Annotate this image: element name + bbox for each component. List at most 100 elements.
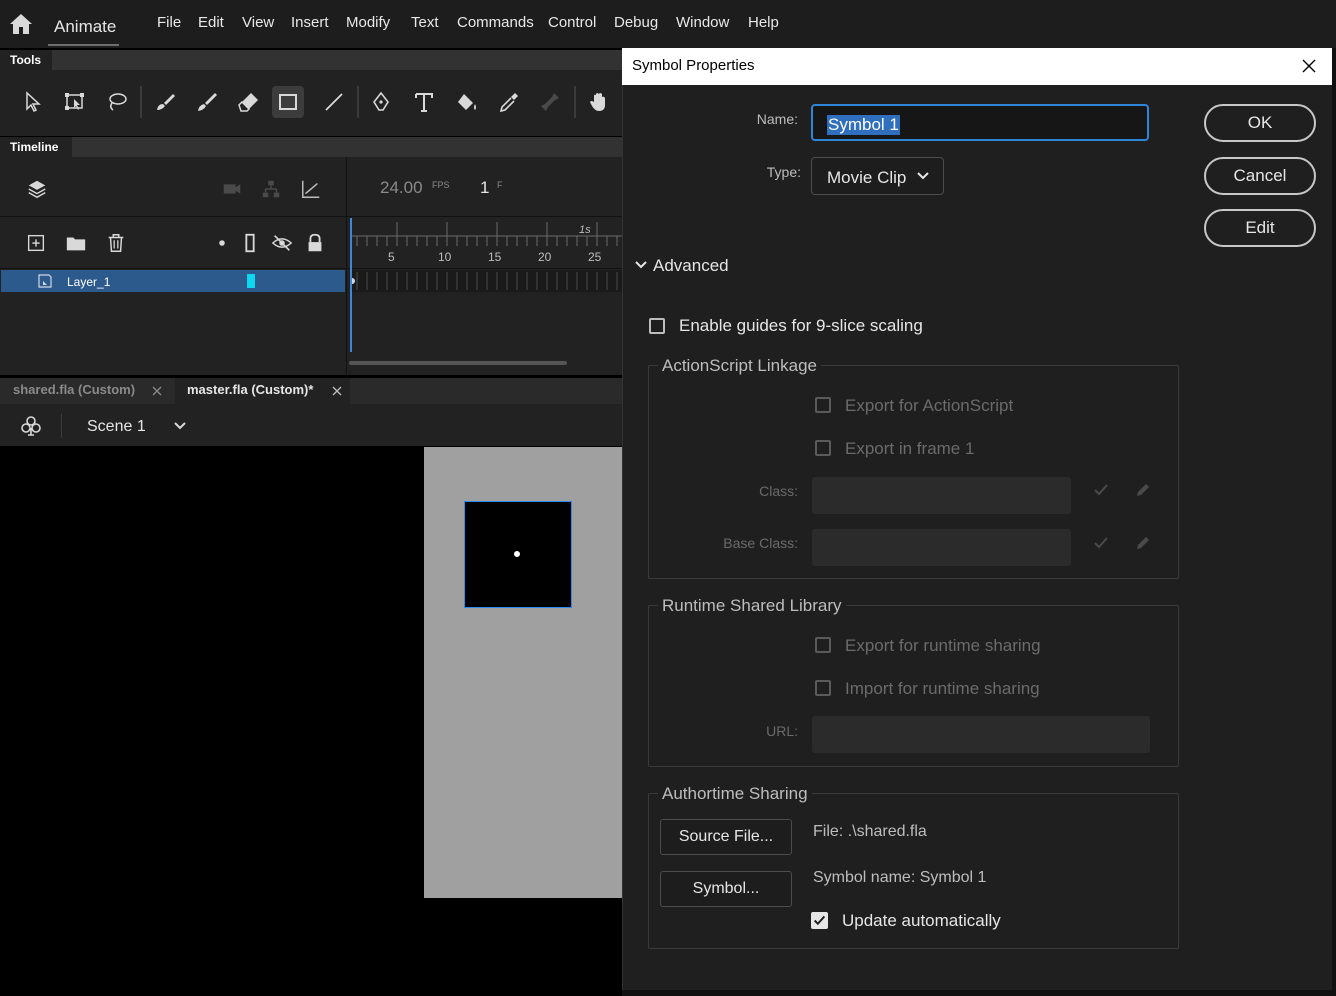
app-name[interactable]: Animate (54, 17, 116, 37)
camera-icon (220, 177, 244, 201)
close-tab-icon[interactable] (151, 384, 163, 396)
menu-commands[interactable]: Commands (457, 14, 534, 31)
menu-modify[interactable]: Modify (346, 14, 390, 31)
frame-unit: F (497, 180, 503, 190)
type-dropdown-value[interactable]: Movie Clip (827, 168, 906, 188)
new-layer-icon[interactable] (24, 231, 48, 255)
paint-bucket-tool-icon[interactable] (451, 86, 483, 118)
symbol-button[interactable]: Symbol... (660, 871, 792, 907)
bone-tool-icon (534, 86, 566, 118)
graph-editor-icon[interactable] (299, 177, 323, 201)
import-runtime-checkbox[interactable] (815, 680, 831, 696)
check-icon (1093, 482, 1109, 498)
menu-file[interactable]: File (157, 14, 181, 31)
tools-separator (357, 86, 359, 118)
edit-symbols-icon[interactable] (19, 414, 43, 438)
ruler-label-15: 15 (488, 250, 502, 264)
home-icon[interactable] (9, 12, 33, 36)
lock-all-layers-icon[interactable] (303, 231, 327, 255)
line-tool-icon[interactable] (318, 86, 350, 118)
name-input-value[interactable]: Symbol 1 (827, 115, 900, 135)
rectangle-tool-icon[interactable] (272, 86, 304, 118)
layer-name[interactable]: Layer_1 (67, 275, 110, 289)
source-file-button[interactable]: Source File... (660, 819, 792, 855)
menu-edit[interactable]: Edit (198, 14, 224, 31)
scene-separator (61, 414, 62, 438)
chevron-down-icon[interactable] (915, 168, 931, 184)
tools-separator (574, 86, 576, 118)
export-actionscript-checkbox[interactable] (815, 397, 831, 413)
menu-control[interactable]: Control (548, 14, 596, 31)
menu-debug[interactable]: Debug (614, 14, 658, 31)
current-frame-value[interactable]: 1 (480, 178, 489, 198)
update-automatically-label[interactable]: Update automatically (842, 911, 1001, 931)
playhead[interactable] (350, 218, 352, 352)
outline-layer-icon[interactable] (238, 231, 262, 255)
menu-text[interactable]: Text (411, 14, 439, 31)
hide-all-layers-icon[interactable] (270, 231, 294, 255)
chevron-down-icon[interactable] (172, 418, 188, 434)
layer-color-swatch[interactable] (247, 274, 255, 288)
menu-view[interactable]: View (242, 14, 274, 31)
ok-button[interactable]: OK (1204, 104, 1316, 142)
timeline-scrollbar[interactable] (349, 361, 567, 365)
update-automatically-checkbox[interactable] (811, 912, 828, 929)
tools-panel (0, 70, 622, 136)
registration-point (513, 550, 521, 558)
scene-name[interactable]: Scene 1 (87, 418, 146, 436)
doc-tab-shared[interactable]: shared.fla (Custom) (13, 382, 135, 397)
eyedropper-tool-icon[interactable] (493, 86, 525, 118)
eraser-tool-icon[interactable] (233, 86, 265, 118)
tools-tab-label: Tools (10, 53, 42, 67)
ruler-label-25: 25 (588, 250, 602, 264)
selection-tool-icon[interactable] (17, 86, 49, 118)
layer-frames[interactable] (352, 270, 622, 292)
paint-brush-tool-icon[interactable] (149, 86, 181, 118)
dialog-title: Symbol Properties (632, 57, 755, 74)
ruler-label-20: 20 (538, 250, 552, 264)
new-folder-icon[interactable] (64, 231, 88, 255)
advanced-toggle[interactable]: Advanced (653, 256, 729, 276)
layer-parenting-icon (259, 177, 283, 201)
base-class-input[interactable] (812, 529, 1071, 566)
timeline-tab-label: Timeline (10, 140, 59, 154)
export-actionscript-label: Export for ActionScript (845, 396, 1014, 415)
close-tab-icon[interactable] (331, 384, 343, 396)
delete-layer-icon[interactable] (104, 231, 128, 255)
hand-tool-icon[interactable] (583, 86, 615, 118)
tools-separator (140, 86, 142, 118)
pen-tool-icon[interactable] (365, 86, 397, 118)
nine-slice-label[interactable]: Enable guides for 9-slice scaling (679, 316, 923, 336)
layers-icon[interactable] (25, 177, 49, 201)
ruler-label-5: 5 (388, 250, 395, 264)
nine-slice-checkbox[interactable] (649, 318, 665, 334)
ruler-second-label: 1s (579, 224, 591, 236)
export-runtime-label: Export for runtime sharing (845, 636, 1041, 655)
timeline-tab-bar (0, 137, 622, 157)
doc-tab-master[interactable]: master.fla (Custom)* (187, 382, 313, 397)
show-layer-dot-icon[interactable] (210, 231, 234, 255)
free-transform-tool-icon[interactable] (59, 86, 91, 118)
edit-button[interactable]: Edit (1204, 209, 1316, 247)
authortime-sharing-title: Authortime Sharing (658, 784, 812, 804)
name-label: Name: (756, 111, 798, 127)
menu-insert[interactable]: Insert (291, 14, 329, 31)
chevron-down-icon[interactable] (634, 258, 648, 272)
export-runtime-checkbox[interactable] (815, 637, 831, 653)
timeline-row-divider (0, 216, 622, 217)
dialog-edge (1332, 48, 1336, 996)
menu-window[interactable]: Window (676, 14, 729, 31)
text-tool-icon[interactable] (408, 86, 440, 118)
brush-tool-icon[interactable] (191, 86, 223, 118)
frame-ruler[interactable]: 1s 5 10 15 20 25 (352, 218, 622, 266)
base-class-label: Base Class: (723, 535, 798, 551)
fps-value[interactable]: 24.00 (380, 178, 423, 198)
cancel-button[interactable]: Cancel (1204, 157, 1316, 195)
url-input[interactable] (812, 716, 1150, 753)
export-frame1-checkbox[interactable] (815, 440, 831, 456)
import-runtime-label: Import for runtime sharing (845, 679, 1040, 698)
class-input[interactable] (812, 477, 1071, 514)
menu-help[interactable]: Help (748, 14, 779, 31)
close-icon[interactable] (1297, 54, 1321, 78)
lasso-tool-icon[interactable] (101, 86, 133, 118)
